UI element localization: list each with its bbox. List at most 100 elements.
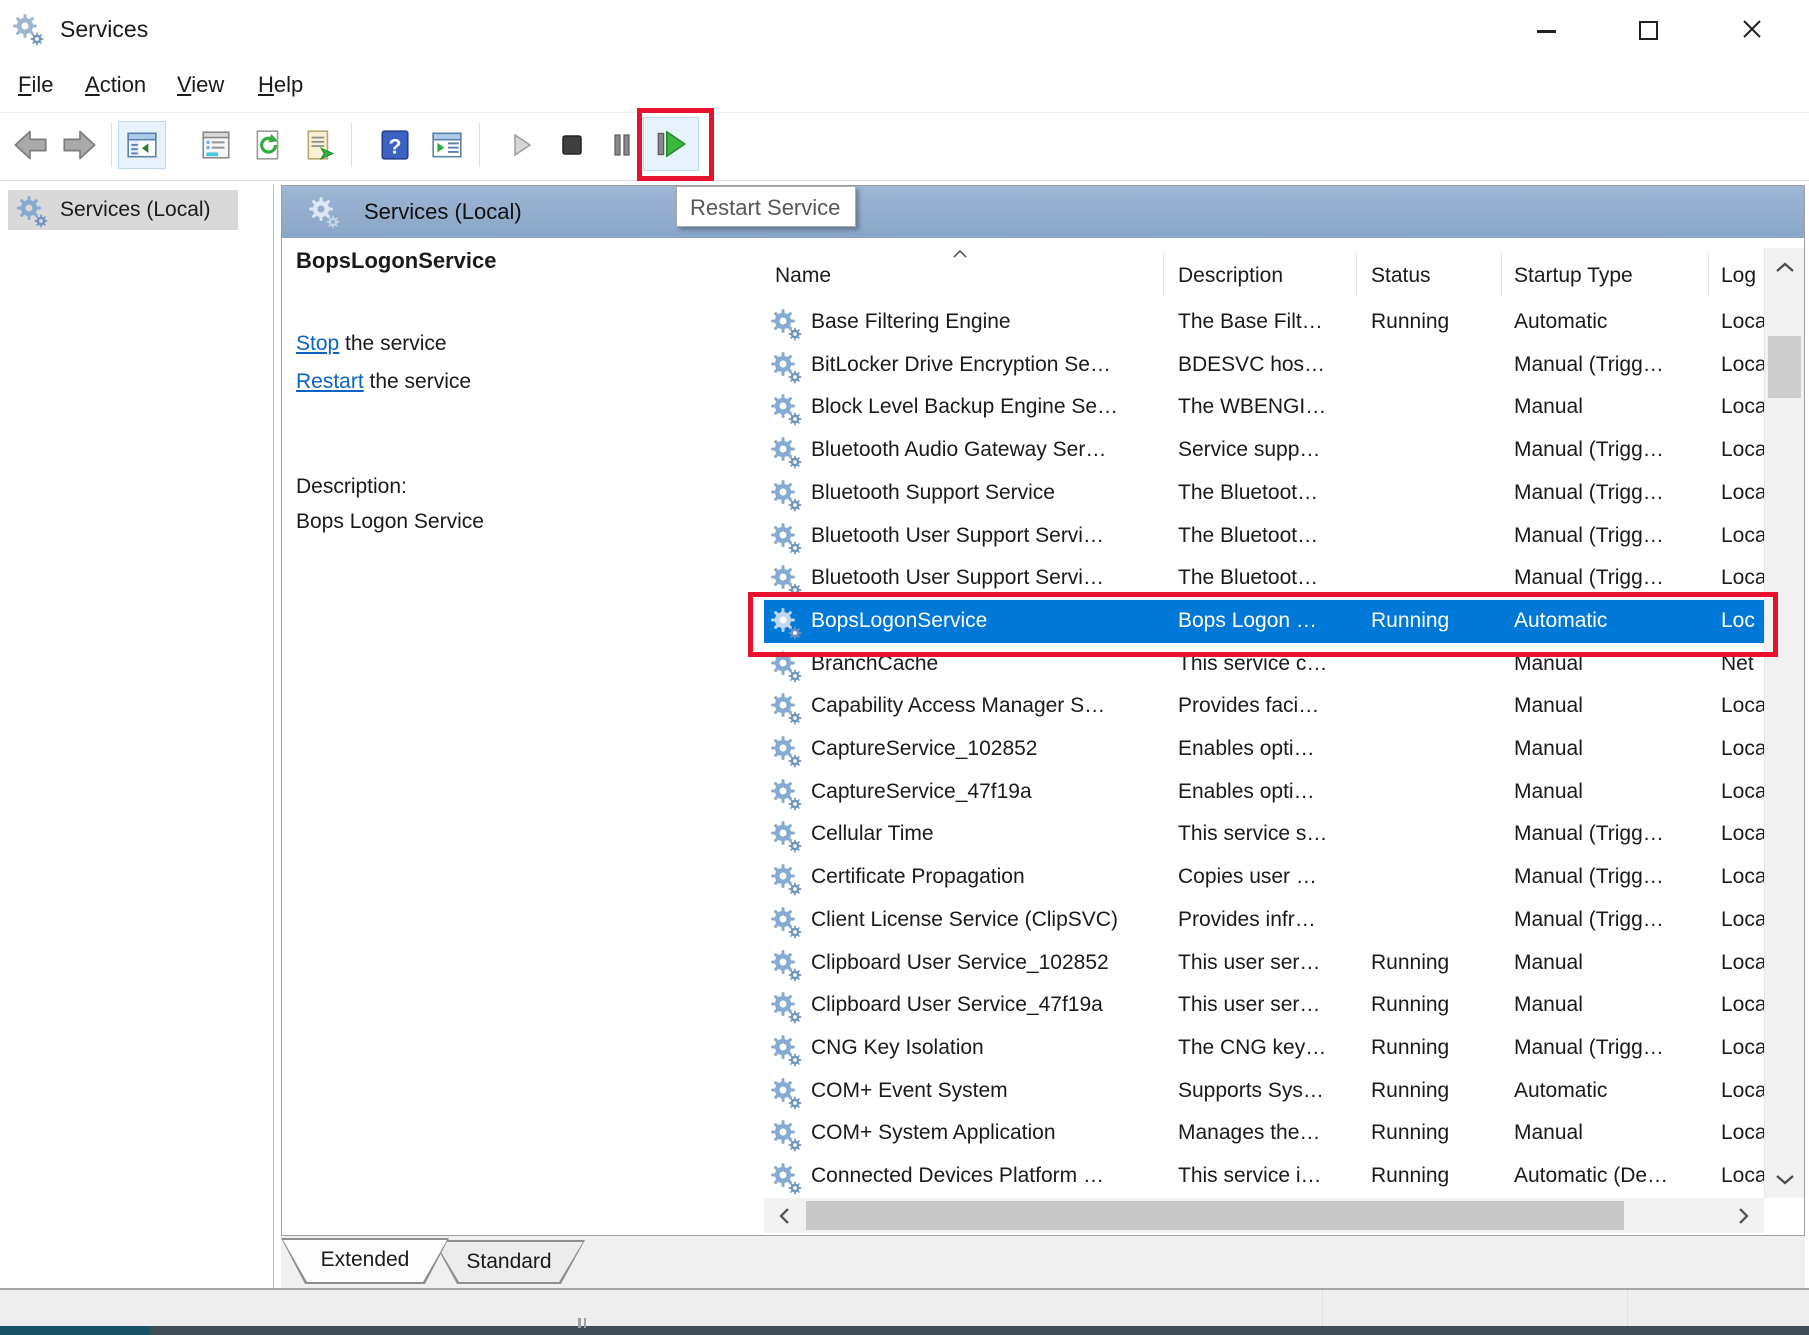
- table-row[interactable]: Bluetooth User Support Servi…The Bluetoo…: [764, 557, 1764, 600]
- column-separator[interactable]: [1163, 252, 1164, 296]
- vertical-scrollbar[interactable]: [1764, 248, 1804, 1198]
- console-tree-panel: Services (Local): [0, 185, 274, 1288]
- table-row[interactable]: BopsLogonServiceBops Logon …RunningAutom…: [764, 600, 1764, 643]
- service-name-cell: Client License Service (ClipSVC): [764, 899, 1163, 942]
- table-row[interactable]: Capability Access Manager S…Provides fac…: [764, 685, 1764, 728]
- start-service-button[interactable]: [496, 121, 544, 169]
- service-description-cell: The WBENGI…: [1163, 386, 1356, 429]
- table-row[interactable]: CaptureService_47f19aEnables opti…Manual…: [764, 771, 1764, 814]
- table-row[interactable]: Certificate PropagationCopies user …Manu…: [764, 856, 1764, 899]
- table-row[interactable]: Block Level Backup Engine Se…The WBENGI……: [764, 386, 1764, 429]
- stop-service-link[interactable]: Stop: [296, 332, 339, 355]
- background-divider: [1627, 1290, 1628, 1326]
- table-row[interactable]: COM+ System ApplicationManages the…Runni…: [764, 1112, 1764, 1155]
- table-row[interactable]: Bluetooth User Support Servi…The Bluetoo…: [764, 515, 1764, 558]
- service-gear-icon: [770, 735, 800, 765]
- table-row[interactable]: BranchCacheThis service c…ManualNet: [764, 643, 1764, 686]
- service-gear-icon: [770, 308, 800, 338]
- table-row[interactable]: Bluetooth Audio Gateway Ser…Service supp…: [764, 429, 1764, 472]
- scroll-down-button[interactable]: [1765, 1160, 1804, 1198]
- table-row[interactable]: Clipboard User Service_47f19aThis user s…: [764, 984, 1764, 1027]
- tab-extended[interactable]: Extended: [281, 1238, 449, 1284]
- service-description-cell: The CNG key…: [1163, 1027, 1356, 1070]
- service-startup-type-cell: Manual: [1501, 386, 1708, 429]
- show-action-pane-button[interactable]: [423, 121, 471, 169]
- service-gear-icon: [770, 351, 800, 381]
- service-name: Client License Service (ClipSVC): [811, 908, 1118, 931]
- service-status-cell: [1356, 856, 1501, 899]
- column-header-description[interactable]: Description: [1178, 264, 1283, 288]
- table-row[interactable]: BitLocker Drive Encryption Se…BDESVC hos…: [764, 344, 1764, 387]
- scroll-right-button[interactable]: [1724, 1198, 1764, 1233]
- scroll-left-button[interactable]: [764, 1198, 804, 1233]
- service-name-cell: CaptureService_102852: [764, 728, 1163, 771]
- maximize-button[interactable]: [1620, 0, 1676, 56]
- tab-standard[interactable]: Standard: [433, 1240, 585, 1284]
- horizontal-scrollbar-thumb[interactable]: [806, 1201, 1624, 1230]
- column-header-name[interactable]: Name: [775, 264, 831, 288]
- column-separator[interactable]: [1356, 252, 1357, 296]
- service-name: COM+ System Application: [811, 1121, 1056, 1144]
- service-startup-type-cell: Automatic: [1501, 600, 1708, 643]
- help-icon: ?: [378, 128, 412, 162]
- refresh-icon: [251, 128, 285, 162]
- restart-service-button[interactable]: [643, 117, 699, 171]
- minimize-button[interactable]: [1518, 0, 1574, 56]
- service-description-cell: Enables opti…: [1163, 728, 1356, 771]
- service-description-cell: The Bluetoot…: [1163, 557, 1356, 600]
- service-log-on-as-cell: Loca: [1708, 557, 1764, 600]
- service-log-on-as-cell: Loca: [1708, 1112, 1764, 1155]
- table-row[interactable]: Client License Service (ClipSVC)Provides…: [764, 899, 1764, 942]
- restart-service-tooltip: Restart Service: [676, 186, 856, 227]
- table-row[interactable]: COM+ Event SystemSupports Sys…RunningAut…: [764, 1070, 1764, 1113]
- menu-action[interactable]: Action: [85, 72, 146, 98]
- service-startup-type-cell: Manual: [1501, 685, 1708, 728]
- menu-help[interactable]: Help: [258, 72, 303, 98]
- column-header-log-on-as[interactable]: Log: [1721, 264, 1756, 288]
- back-button[interactable]: [6, 121, 54, 169]
- service-description-cell: This service i…: [1163, 1155, 1356, 1198]
- scroll-up-button[interactable]: [1765, 248, 1804, 286]
- table-row[interactable]: CaptureService_102852Enables opti…Manual…: [764, 728, 1764, 771]
- help-button[interactable]: ?: [371, 121, 419, 169]
- services-panel: Services (Local) BopsLogonService Stop t…: [281, 185, 1805, 1236]
- table-row[interactable]: CNG Key IsolationThe CNG key…RunningManu…: [764, 1027, 1764, 1070]
- table-row[interactable]: Bluetooth Support ServiceThe Bluetoot…Ma…: [764, 472, 1764, 515]
- tree-item-services-local[interactable]: Services (Local): [8, 190, 238, 230]
- service-log-on-as-cell: Loca: [1708, 813, 1764, 856]
- service-log-on-as-cell: Loca: [1708, 1155, 1764, 1198]
- service-gear-icon: [770, 393, 800, 423]
- pause-service-button[interactable]: [598, 121, 646, 169]
- refresh-button[interactable]: [244, 121, 292, 169]
- tree-item-label: Services (Local): [60, 190, 211, 230]
- restart-service-link[interactable]: Restart: [296, 370, 364, 393]
- service-status-cell: Running: [1356, 1027, 1501, 1070]
- stop-service-button[interactable]: [548, 121, 596, 169]
- horizontal-scrollbar[interactable]: [764, 1198, 1764, 1233]
- service-gear-icon: [770, 820, 800, 850]
- column-separator[interactable]: [1708, 252, 1709, 296]
- menu-file[interactable]: File: [18, 72, 53, 98]
- table-row[interactable]: Cellular TimeThis service s…Manual (Trig…: [764, 813, 1764, 856]
- vertical-scrollbar-thumb[interactable]: [1768, 336, 1801, 398]
- column-header-startup-type[interactable]: Startup Type: [1514, 264, 1633, 288]
- service-status-cell: Running: [1356, 600, 1501, 643]
- service-startup-type-cell: Manual (Trigg…: [1501, 472, 1708, 515]
- description-text: Bops Logon Service: [296, 510, 484, 534]
- close-button[interactable]: [1724, 0, 1780, 56]
- chevron-right-icon: [1738, 1207, 1750, 1225]
- table-row[interactable]: Clipboard User Service_102852This user s…: [764, 942, 1764, 985]
- service-description-cell: Service supp…: [1163, 429, 1356, 472]
- show-console-tree-button[interactable]: [118, 121, 166, 169]
- service-name-cell: Cellular Time: [764, 813, 1163, 856]
- export-list-button[interactable]: [296, 121, 344, 169]
- column-separator[interactable]: [1501, 252, 1502, 296]
- table-row[interactable]: Connected Devices Platform …This service…: [764, 1155, 1764, 1198]
- service-name-cell: Connected Devices Platform …: [764, 1155, 1163, 1198]
- forward-button[interactable]: [56, 121, 104, 169]
- services-list: Name Description Status Startup Type Log…: [764, 246, 1764, 1233]
- properties-button[interactable]: [192, 121, 240, 169]
- table-row[interactable]: Base Filtering EngineThe Base Filt…Runni…: [764, 301, 1764, 344]
- menu-view[interactable]: View: [177, 72, 224, 98]
- column-header-status[interactable]: Status: [1371, 264, 1431, 288]
